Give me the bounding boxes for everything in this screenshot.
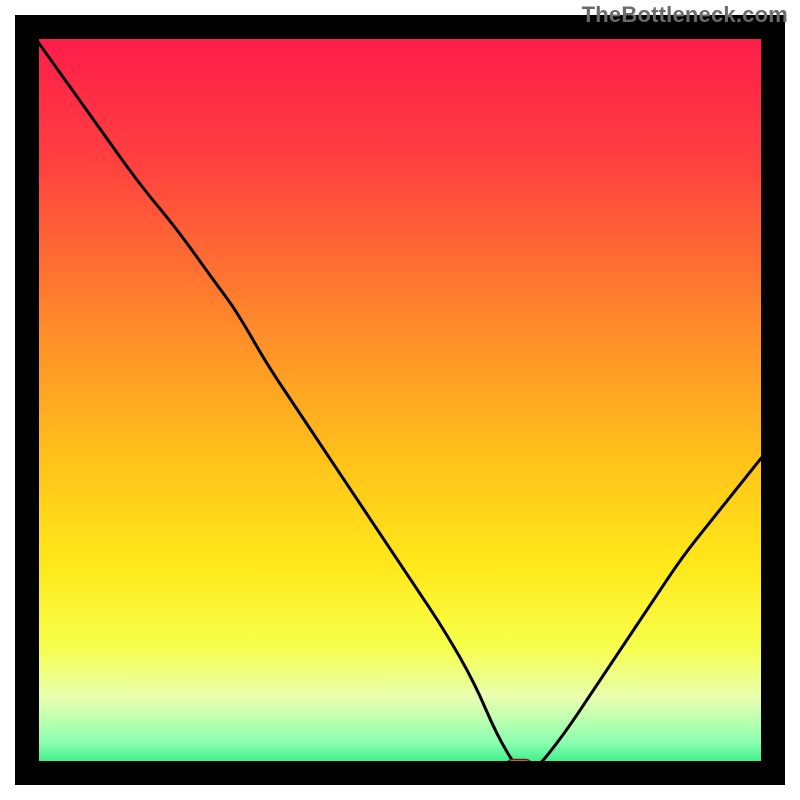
gradient-background — [28, 28, 772, 772]
watermark-text: TheBottleneck.com — [582, 2, 788, 28]
chart-canvas — [0, 0, 800, 800]
bottleneck-chart: TheBottleneck.com — [0, 0, 800, 800]
